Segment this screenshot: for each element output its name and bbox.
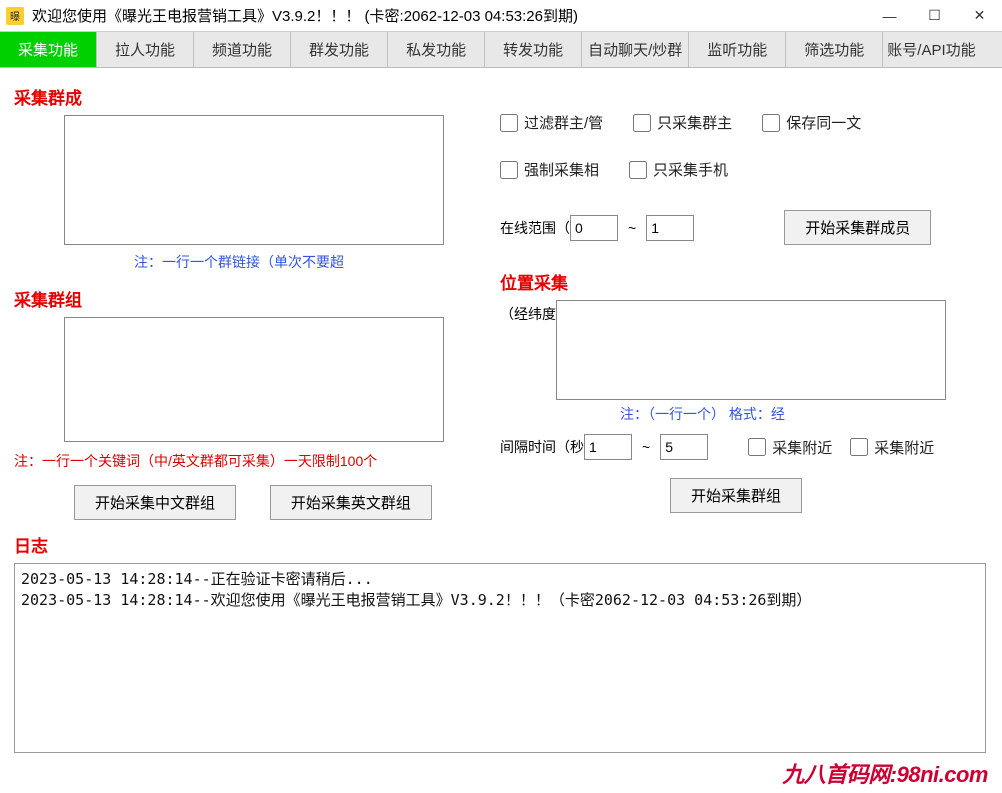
close-button[interactable]: ✕	[957, 0, 1002, 32]
keywords-note: 注：一行一个关键词（中/英文群都可采集）一天限制100个	[14, 451, 484, 471]
tab-autochat[interactable]: 自动聊天/炒群	[582, 32, 689, 67]
start-collect-zh-button[interactable]: 开始采集中文群组	[74, 485, 236, 520]
chk-attach2-label: 采集附近	[874, 437, 934, 458]
latlon-label: （经纬度	[500, 304, 556, 400]
chk-attach2-input[interactable]	[850, 438, 868, 456]
chk-attach1[interactable]: 采集附近	[748, 437, 832, 458]
online-range-label: 在线范围（	[500, 218, 570, 238]
section-title-keywords: 采集群组	[14, 286, 484, 311]
log-textarea[interactable]: 2023-05-13 14:28:14--正在验证卡密请稍后... 2023-0…	[14, 563, 986, 753]
tab-groupsend[interactable]: 群发功能	[291, 32, 388, 67]
tab-privatesend[interactable]: 私发功能	[388, 32, 485, 67]
left-column: 采集群成 注：一行一个群链接（单次不要超 采集群组 注：一行一个关键词（中/英文…	[14, 84, 484, 520]
tab-collect[interactable]: 采集功能	[0, 32, 97, 67]
window-title: 欢迎您使用《曝光王电报营销工具》V3.9.2！！！ (卡密:2062-12-03…	[32, 5, 867, 26]
group-links-textarea[interactable]	[64, 115, 444, 245]
tab-invite[interactable]: 拉人功能	[97, 32, 194, 67]
chk-filter-admin-input[interactable]	[500, 114, 518, 132]
content-area: 采集群成 注：一行一个群链接（单次不要超 采集群组 注：一行一个关键词（中/英文…	[0, 68, 1002, 753]
minimize-button[interactable]: —	[867, 0, 912, 32]
start-collect-en-button[interactable]: 开始采集英文群组	[270, 485, 432, 520]
keywords-textarea[interactable]	[64, 317, 444, 442]
app-icon: 曝	[6, 7, 24, 25]
online-from-input[interactable]	[570, 215, 618, 241]
chk-force-collect-label: 强制采集相	[524, 159, 599, 180]
interval-label: 间隔时间（秒	[500, 437, 584, 457]
chk-only-admin[interactable]: 只采集群主	[633, 112, 732, 133]
maximize-button[interactable]: ☐	[912, 0, 957, 32]
tab-monitor[interactable]: 监听功能	[689, 32, 786, 67]
start-collect-members-button[interactable]: 开始采集群成员	[784, 210, 931, 245]
chk-attach1-label: 采集附近	[772, 437, 832, 458]
online-to-input[interactable]	[646, 215, 694, 241]
chk-force-collect-input[interactable]	[500, 161, 518, 179]
log-section: 日志 2023-05-13 14:28:14--正在验证卡密请稍后... 202…	[14, 532, 988, 753]
chk-only-admin-label: 只采集群主	[657, 112, 732, 133]
chk-attach1-input[interactable]	[748, 438, 766, 456]
chk-only-admin-input[interactable]	[633, 114, 651, 132]
chk-force-collect[interactable]: 强制采集相	[500, 159, 599, 180]
chk-save-same[interactable]: 保存同一文	[762, 112, 861, 133]
right-column: 过滤群主/管 只采集群主 保存同一文 强制采集相 只采集手机	[500, 78, 990, 513]
chk-filter-admin[interactable]: 过滤群主/管	[500, 112, 603, 133]
group-links-note: 注：一行一个群链接（单次不要超	[134, 252, 484, 272]
interval-to-input[interactable]	[660, 434, 708, 460]
start-collect-location-button[interactable]: 开始采集群组	[670, 478, 802, 513]
watermark: 九八首码网:98ni.com	[782, 757, 988, 789]
latlon-format-note: 注：（一行一个） 格式：经	[620, 404, 990, 424]
chk-only-mobile[interactable]: 只采集手机	[629, 159, 728, 180]
section-title-members: 采集群成	[14, 84, 484, 109]
chk-save-same-input[interactable]	[762, 114, 780, 132]
chk-filter-admin-label: 过滤群主/管	[524, 112, 603, 133]
chk-attach2[interactable]: 采集附近	[850, 437, 934, 458]
tab-forward[interactable]: 转发功能	[485, 32, 582, 67]
tab-channel[interactable]: 频道功能	[194, 32, 291, 67]
section-title-location: 位置采集	[500, 269, 990, 294]
section-title-log: 日志	[14, 532, 988, 557]
interval-tilde: ~	[642, 439, 650, 455]
titlebar: 曝 欢迎您使用《曝光王电报营销工具》V3.9.2！！！ (卡密:2062-12-…	[0, 0, 1002, 32]
latlon-textarea[interactable]	[556, 300, 946, 400]
tabbar: 采集功能 拉人功能 频道功能 群发功能 私发功能 转发功能 自动聊天/炒群 监听…	[0, 32, 1002, 68]
online-tilde: ~	[628, 220, 636, 236]
chk-only-mobile-input[interactable]	[629, 161, 647, 179]
tab-account-api[interactable]: 账号/API功能	[883, 32, 1002, 67]
tab-filter[interactable]: 筛选功能	[786, 32, 883, 67]
interval-from-input[interactable]	[584, 434, 632, 460]
chk-only-mobile-label: 只采集手机	[653, 159, 728, 180]
chk-save-same-label: 保存同一文	[786, 112, 861, 133]
window-controls: — ☐ ✕	[867, 0, 1002, 32]
